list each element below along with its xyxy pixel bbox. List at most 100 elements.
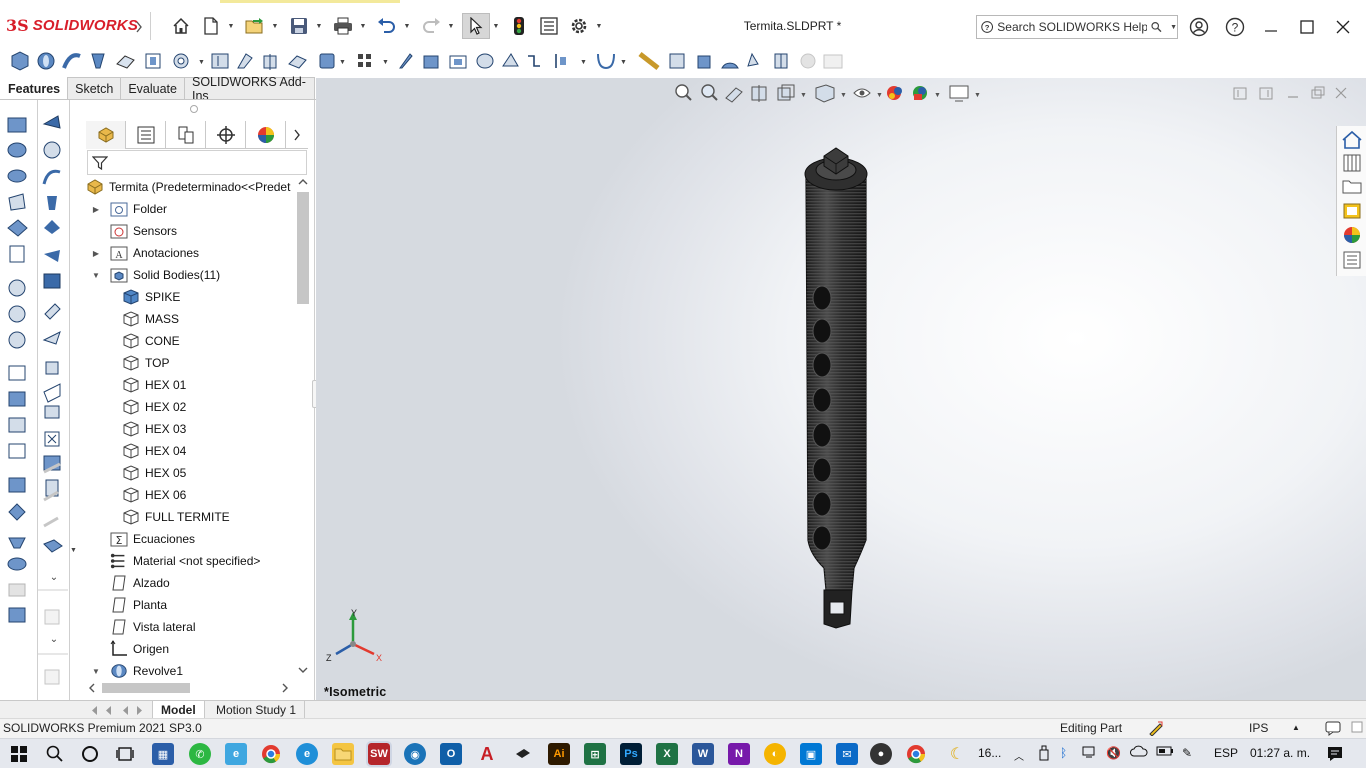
onenote-icon[interactable]: N	[728, 743, 750, 765]
extruded-boss-icon[interactable]	[7, 117, 27, 133]
camera-icon[interactable]	[8, 607, 26, 623]
zoom-to-fit-icon[interactable]	[675, 84, 692, 101]
excel-icon[interactable]: X	[656, 743, 678, 765]
view-palette-icon[interactable]	[1343, 203, 1361, 219]
chevron-down-icon[interactable]: ▼	[595, 15, 603, 37]
zoom-fit-icon[interactable]	[8, 279, 26, 297]
tree-item[interactable]: FULL TERMITE	[122, 506, 230, 528]
mirror-icon[interactable]	[45, 361, 59, 375]
search-icon[interactable]	[44, 743, 66, 765]
scroll-up-arrow-icon[interactable]	[298, 179, 308, 185]
curves-menu-icon[interactable]	[597, 53, 615, 70]
help-icon[interactable]: ?	[1222, 14, 1248, 40]
tab-solidworks-add-ins[interactable]: SOLIDWORKS Add-Ins	[183, 75, 315, 103]
tree-item[interactable]: Alzado	[90, 572, 170, 594]
reference-geometry-icon[interactable]	[502, 53, 519, 67]
motion-study-tab[interactable]: Motion Study 1	[208, 701, 306, 718]
expand-more-icon[interactable]: ⌄	[50, 634, 58, 645]
scrollbar-thumb[interactable]	[102, 683, 190, 693]
hide-show-items-icon[interactable]	[853, 88, 871, 98]
onedrive-cloud-icon[interactable]	[1130, 745, 1148, 760]
input-language[interactable]: ESP	[1214, 746, 1238, 760]
scroll-left-arrow-icon[interactable]	[89, 683, 95, 693]
user-account-icon[interactable]	[1186, 14, 1212, 40]
mail-icon[interactable]: ✉	[836, 743, 858, 765]
disabled-sphere-icon[interactable]	[800, 53, 816, 69]
tree-item[interactable]: SPIKE	[122, 286, 180, 308]
previous-view-icon[interactable]	[725, 87, 743, 103]
store-icon[interactable]: ▣	[800, 743, 822, 765]
new-document-icon[interactable]	[200, 15, 222, 37]
boundary-cut-icon[interactable]	[288, 55, 307, 69]
wrap-icon[interactable]	[697, 55, 711, 69]
edit-appearance-icon[interactable]	[887, 86, 902, 100]
design-library-icon[interactable]	[1343, 154, 1361, 172]
termite-model[interactable]	[316, 78, 1366, 701]
swept-cut-icon[interactable]	[237, 53, 253, 69]
tabs-more-arrow[interactable]	[286, 121, 308, 149]
viewport-restore-icon[interactable]	[1311, 86, 1325, 99]
solidworks-resources-home-icon[interactable]	[1342, 130, 1362, 149]
chevron-down-icon[interactable]: ▼	[271, 15, 279, 37]
search-icon[interactable]	[1151, 20, 1162, 34]
file-explorer-icon[interactable]	[332, 743, 354, 765]
chevron-up-icon[interactable]: ︿	[1014, 748, 1024, 763]
tree-item[interactable]: Σ Ecuaciones	[90, 528, 195, 550]
featuremanager-tree-tab[interactable]	[86, 121, 126, 149]
windows-start-icon[interactable]	[8, 743, 30, 765]
word-icon[interactable]: W	[692, 743, 714, 765]
tree-item[interactable]: HEX 02	[122, 396, 186, 418]
network-icon[interactable]	[1082, 745, 1098, 762]
displaymanager-tab[interactable]	[246, 121, 286, 149]
notification-center-icon[interactable]	[1326, 744, 1344, 765]
view-orientation-icon[interactable]	[8, 391, 26, 407]
chrome-icon[interactable]	[260, 743, 282, 765]
appearances-scenes-icon[interactable]	[1344, 227, 1360, 243]
maximize-window-icon[interactable]	[1294, 14, 1320, 40]
split-icon[interactable]	[774, 53, 788, 69]
acrobat-icon[interactable]: A	[476, 743, 498, 765]
tree-item[interactable]: TOP	[122, 352, 169, 374]
expand-toggle-icon[interactable]: ▶	[90, 249, 102, 258]
fillet-icon[interactable]	[319, 53, 335, 69]
propertymanager-tab[interactable]	[126, 121, 166, 149]
menu-expand-arrow[interactable]	[128, 16, 150, 38]
tab-sketch[interactable]: Sketch	[67, 77, 122, 99]
app-blue-circle-icon[interactable]: ◉	[404, 743, 426, 765]
resize-grip-icon[interactable]	[1351, 719, 1363, 738]
tab-features[interactable]: Features	[0, 77, 69, 99]
chevron-down-icon[interactable]: ▼	[1170, 24, 1177, 31]
tree-item[interactable]: ▶ A Anotaciones	[90, 242, 199, 264]
scroll-down-arrow-icon[interactable]	[298, 667, 308, 673]
linear-pattern-icon[interactable]	[44, 303, 61, 320]
calculator-icon[interactable]: ▦	[152, 743, 174, 765]
disabled-image-icon[interactable]	[823, 54, 843, 69]
zoom-to-area-icon[interactable]	[701, 84, 718, 101]
zoom-area-icon[interactable]	[8, 305, 26, 323]
chevron-down-icon[interactable]: ▼	[315, 15, 323, 37]
display-style-icon[interactable]	[8, 417, 26, 433]
shell-icon[interactable]	[449, 55, 467, 69]
hide-show-icon[interactable]	[8, 443, 26, 459]
gear-icon[interactable]	[568, 15, 590, 37]
freeform-icon[interactable]	[747, 52, 759, 67]
home-icon[interactable]	[170, 15, 192, 37]
revolved-cut-icon[interactable]	[43, 141, 61, 159]
usb-tray-icon[interactable]	[1038, 745, 1050, 764]
swept-boss-icon[interactable]	[62, 53, 81, 69]
select-pointer-icon[interactable]	[462, 13, 490, 39]
tree-item[interactable]: Sensors	[90, 220, 177, 242]
photoshop-icon[interactable]: Ps	[620, 743, 642, 765]
rebuild-traffic-light-icon[interactable]	[508, 15, 530, 37]
swept-cut-icon[interactable]	[42, 169, 61, 185]
comments-icon[interactable]	[1325, 720, 1343, 739]
collapse-left-icon[interactable]	[1233, 87, 1247, 100]
tree-item[interactable]: CONE	[122, 330, 180, 352]
view-orientation-icon[interactable]	[777, 84, 795, 101]
weather-temperature[interactable]: 16...	[978, 746, 1001, 760]
apply-scene-icon[interactable]	[913, 86, 927, 100]
custom-properties-icon[interactable]	[1343, 251, 1361, 269]
rib-icon[interactable]	[43, 383, 61, 403]
expand-toggle-icon[interactable]: ▼	[90, 667, 102, 676]
linear-pattern-icon[interactable]	[358, 54, 371, 67]
